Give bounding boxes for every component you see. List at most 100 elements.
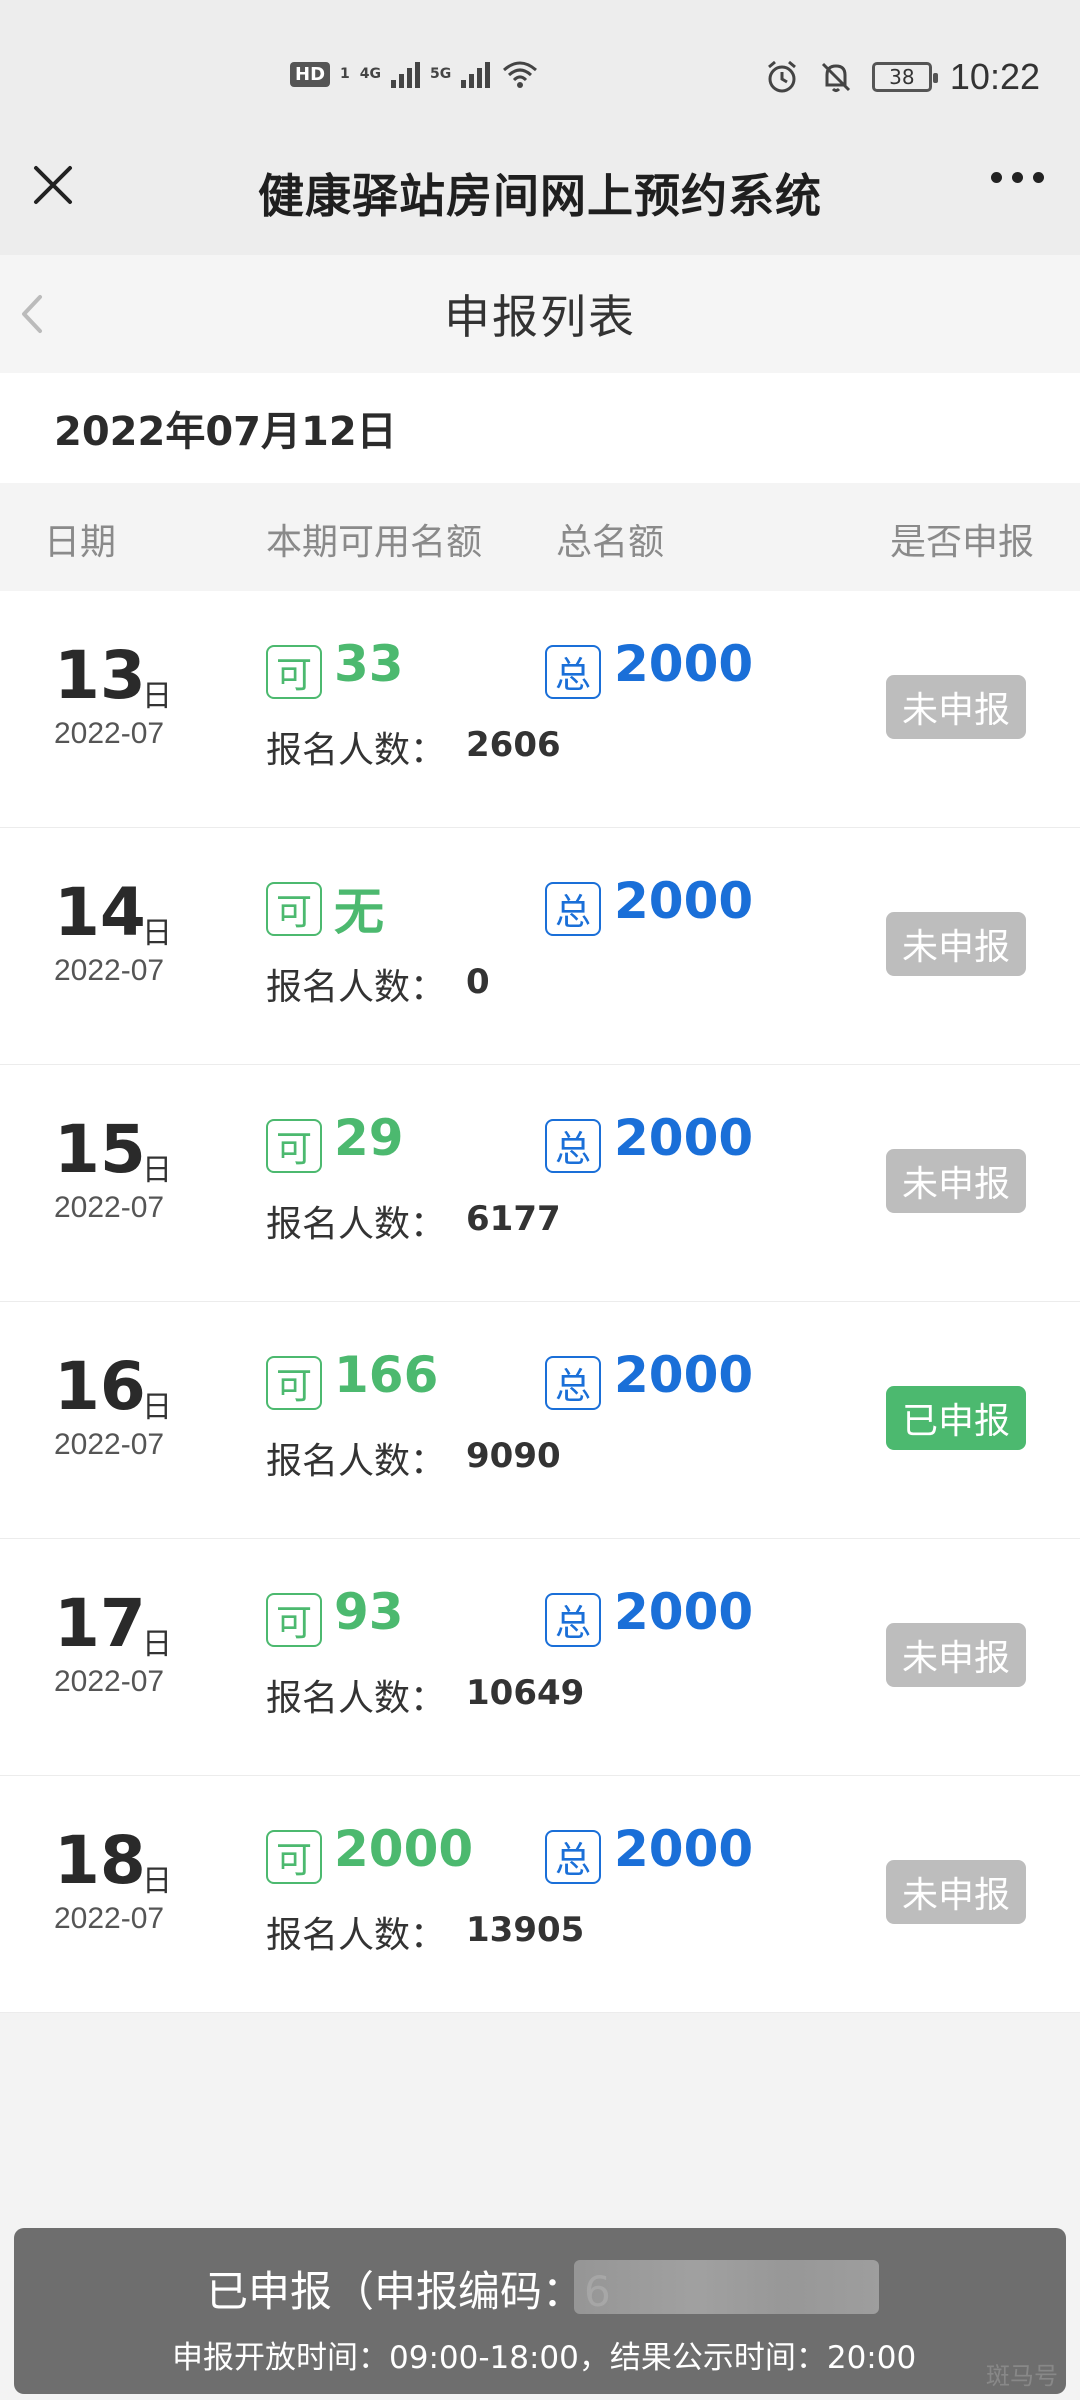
available-badge: 可: [266, 882, 322, 936]
status-indicators: 38 10:22: [764, 56, 1040, 98]
declare-status-button[interactable]: 已申报: [886, 1386, 1026, 1450]
total-quota: 2000: [614, 1109, 754, 1167]
declare-status-button[interactable]: 未申报: [886, 1623, 1026, 1687]
total-quota: 2000: [614, 1583, 754, 1641]
day-number: 18: [54, 1822, 146, 1899]
total-quota: 2000: [614, 1820, 754, 1878]
year-month: 2022-07: [54, 1902, 165, 1935]
day-number: 13: [54, 637, 146, 714]
list-item[interactable]: 16 日 2022-07 可 166 总 2000 报名人数： 9090 已申报: [0, 1302, 1080, 1539]
redacted-code-mask: [574, 2260, 879, 2314]
signal-icon: [461, 60, 491, 88]
app-title: 健康驿站房间网上预约系统: [258, 168, 822, 223]
registered-count: 13905: [466, 1910, 585, 1950]
day-unit: 日: [142, 916, 172, 951]
network-5g-label: 5G: [430, 66, 452, 82]
list-item[interactable]: 17 日 2022-07 可 93 总 2000 报名人数： 10649 未申报: [0, 1539, 1080, 1776]
signal-icon: [391, 60, 420, 88]
year-month: 2022-07: [54, 1428, 165, 1461]
list-item[interactable]: 14 日 2022-07 可 无 总 2000 报名人数： 0 未申报: [0, 828, 1080, 1065]
declaration-list: 13 日 2022-07 可 33 总 2000 报名人数： 2606 未申报 …: [0, 591, 1080, 2013]
total-badge: 总: [545, 1119, 601, 1173]
available-badge: 可: [266, 1356, 322, 1410]
current-date: 2022年07月12日: [0, 373, 1080, 483]
sim-label: 1: [340, 66, 350, 82]
declare-status-button[interactable]: 未申报: [886, 1860, 1026, 1924]
bell-off-icon: [821, 62, 850, 92]
schedule-text: 申报开放时间：09:00-18:00，结果公示时间：20:00: [172, 2340, 917, 2376]
year-month: 2022-07: [54, 954, 165, 987]
more-options-icon[interactable]: [991, 172, 1044, 183]
day-unit: 日: [142, 1390, 172, 1425]
total-quota: 2000: [614, 872, 754, 930]
battery-icon: 38: [871, 62, 938, 92]
total-badge: 总: [545, 1830, 601, 1884]
list-item[interactable]: 15 日 2022-07 可 29 总 2000 报名人数： 6177 未申报: [0, 1065, 1080, 1302]
back-icon[interactable]: [12, 289, 52, 339]
declaration-summary-bar[interactable]: 已申报（申报编码：6 申报开放时间：09:00-18:00，结果公示时间：20:…: [14, 2228, 1066, 2394]
available-badge: 可: [266, 1830, 322, 1884]
table-header: 日期 本期可用名额 总名额 是否申报: [0, 483, 1080, 591]
declare-status-button[interactable]: 未申报: [886, 675, 1026, 739]
day-unit: 日: [142, 1153, 172, 1188]
page-title: 申报列表: [444, 290, 636, 344]
day-number: 14: [54, 874, 146, 951]
registered-count: 10649: [466, 1673, 585, 1713]
available-badge: 可: [266, 1119, 322, 1173]
available-quota: 33: [334, 635, 404, 693]
total-badge: 总: [545, 1593, 601, 1647]
total-badge: 总: [545, 882, 601, 936]
list-item[interactable]: 13 日 2022-07 可 33 总 2000 报名人数： 2606 未申报: [0, 591, 1080, 828]
column-header-available: 本期可用名额: [266, 522, 483, 563]
day-number: 15: [54, 1111, 146, 1188]
clock-time: 10:22: [949, 56, 1040, 97]
network-4g-label: 4G: [359, 66, 381, 82]
hd-label: HD: [295, 63, 326, 85]
column-header-date: 日期: [44, 522, 117, 563]
day-number: 17: [54, 1585, 146, 1662]
available-quota: 无: [334, 883, 384, 941]
total-badge: 总: [545, 645, 601, 699]
available-quota: 29: [334, 1109, 404, 1167]
column-header-declared: 是否申报: [890, 522, 1035, 563]
registered-count: 0: [466, 962, 490, 1002]
registered-label: 报名人数：: [266, 1678, 447, 1719]
declaration-code-text: 已申报（申报编码：6: [206, 2267, 611, 2316]
available-quota: 166: [334, 1346, 439, 1404]
watermark: 斑马号: [986, 2362, 1058, 2390]
available-quota: 93: [334, 1583, 404, 1641]
total-badge: 总: [545, 1356, 601, 1410]
year-month: 2022-07: [54, 1191, 165, 1224]
page-header: 申报列表: [0, 255, 1080, 373]
registered-label: 报名人数：: [266, 967, 447, 1008]
total-quota: 2000: [614, 1346, 754, 1404]
close-icon[interactable]: [28, 160, 78, 210]
registered-label: 报名人数：: [266, 730, 447, 771]
available-badge: 可: [266, 1593, 322, 1647]
registered-count: 6177: [466, 1199, 561, 1239]
list-item[interactable]: 18 日 2022-07 可 2000 总 2000 报名人数： 13905 未…: [0, 1776, 1080, 2013]
signal-indicators: HD 1 4G 5G: [290, 58, 540, 90]
app-title-bar: 健康驿站房间网上预约系统: [0, 130, 1080, 255]
day-unit: 日: [142, 1864, 172, 1899]
registered-label: 报名人数：: [266, 1441, 447, 1482]
alarm-icon: [767, 60, 796, 93]
day-unit: 日: [142, 679, 172, 714]
day-unit: 日: [142, 1627, 172, 1662]
total-quota: 2000: [614, 635, 754, 693]
declare-status-button[interactable]: 未申报: [886, 1149, 1026, 1213]
declare-status-button[interactable]: 未申报: [886, 912, 1026, 976]
registered-count: 9090: [466, 1436, 561, 1476]
year-month: 2022-07: [54, 717, 165, 750]
battery-level: 38: [889, 65, 915, 89]
hd-icon: HD: [290, 61, 331, 87]
registered-count: 2606: [466, 725, 561, 765]
column-header-total: 总名额: [556, 522, 665, 563]
available-badge: 可: [266, 645, 322, 699]
registered-label: 报名人数：: [266, 1915, 447, 1956]
registered-label: 报名人数：: [266, 1204, 447, 1245]
wifi-icon: [503, 61, 538, 88]
available-quota: 2000: [334, 1820, 474, 1878]
year-month: 2022-07: [54, 1665, 165, 1698]
day-number: 16: [54, 1348, 146, 1425]
